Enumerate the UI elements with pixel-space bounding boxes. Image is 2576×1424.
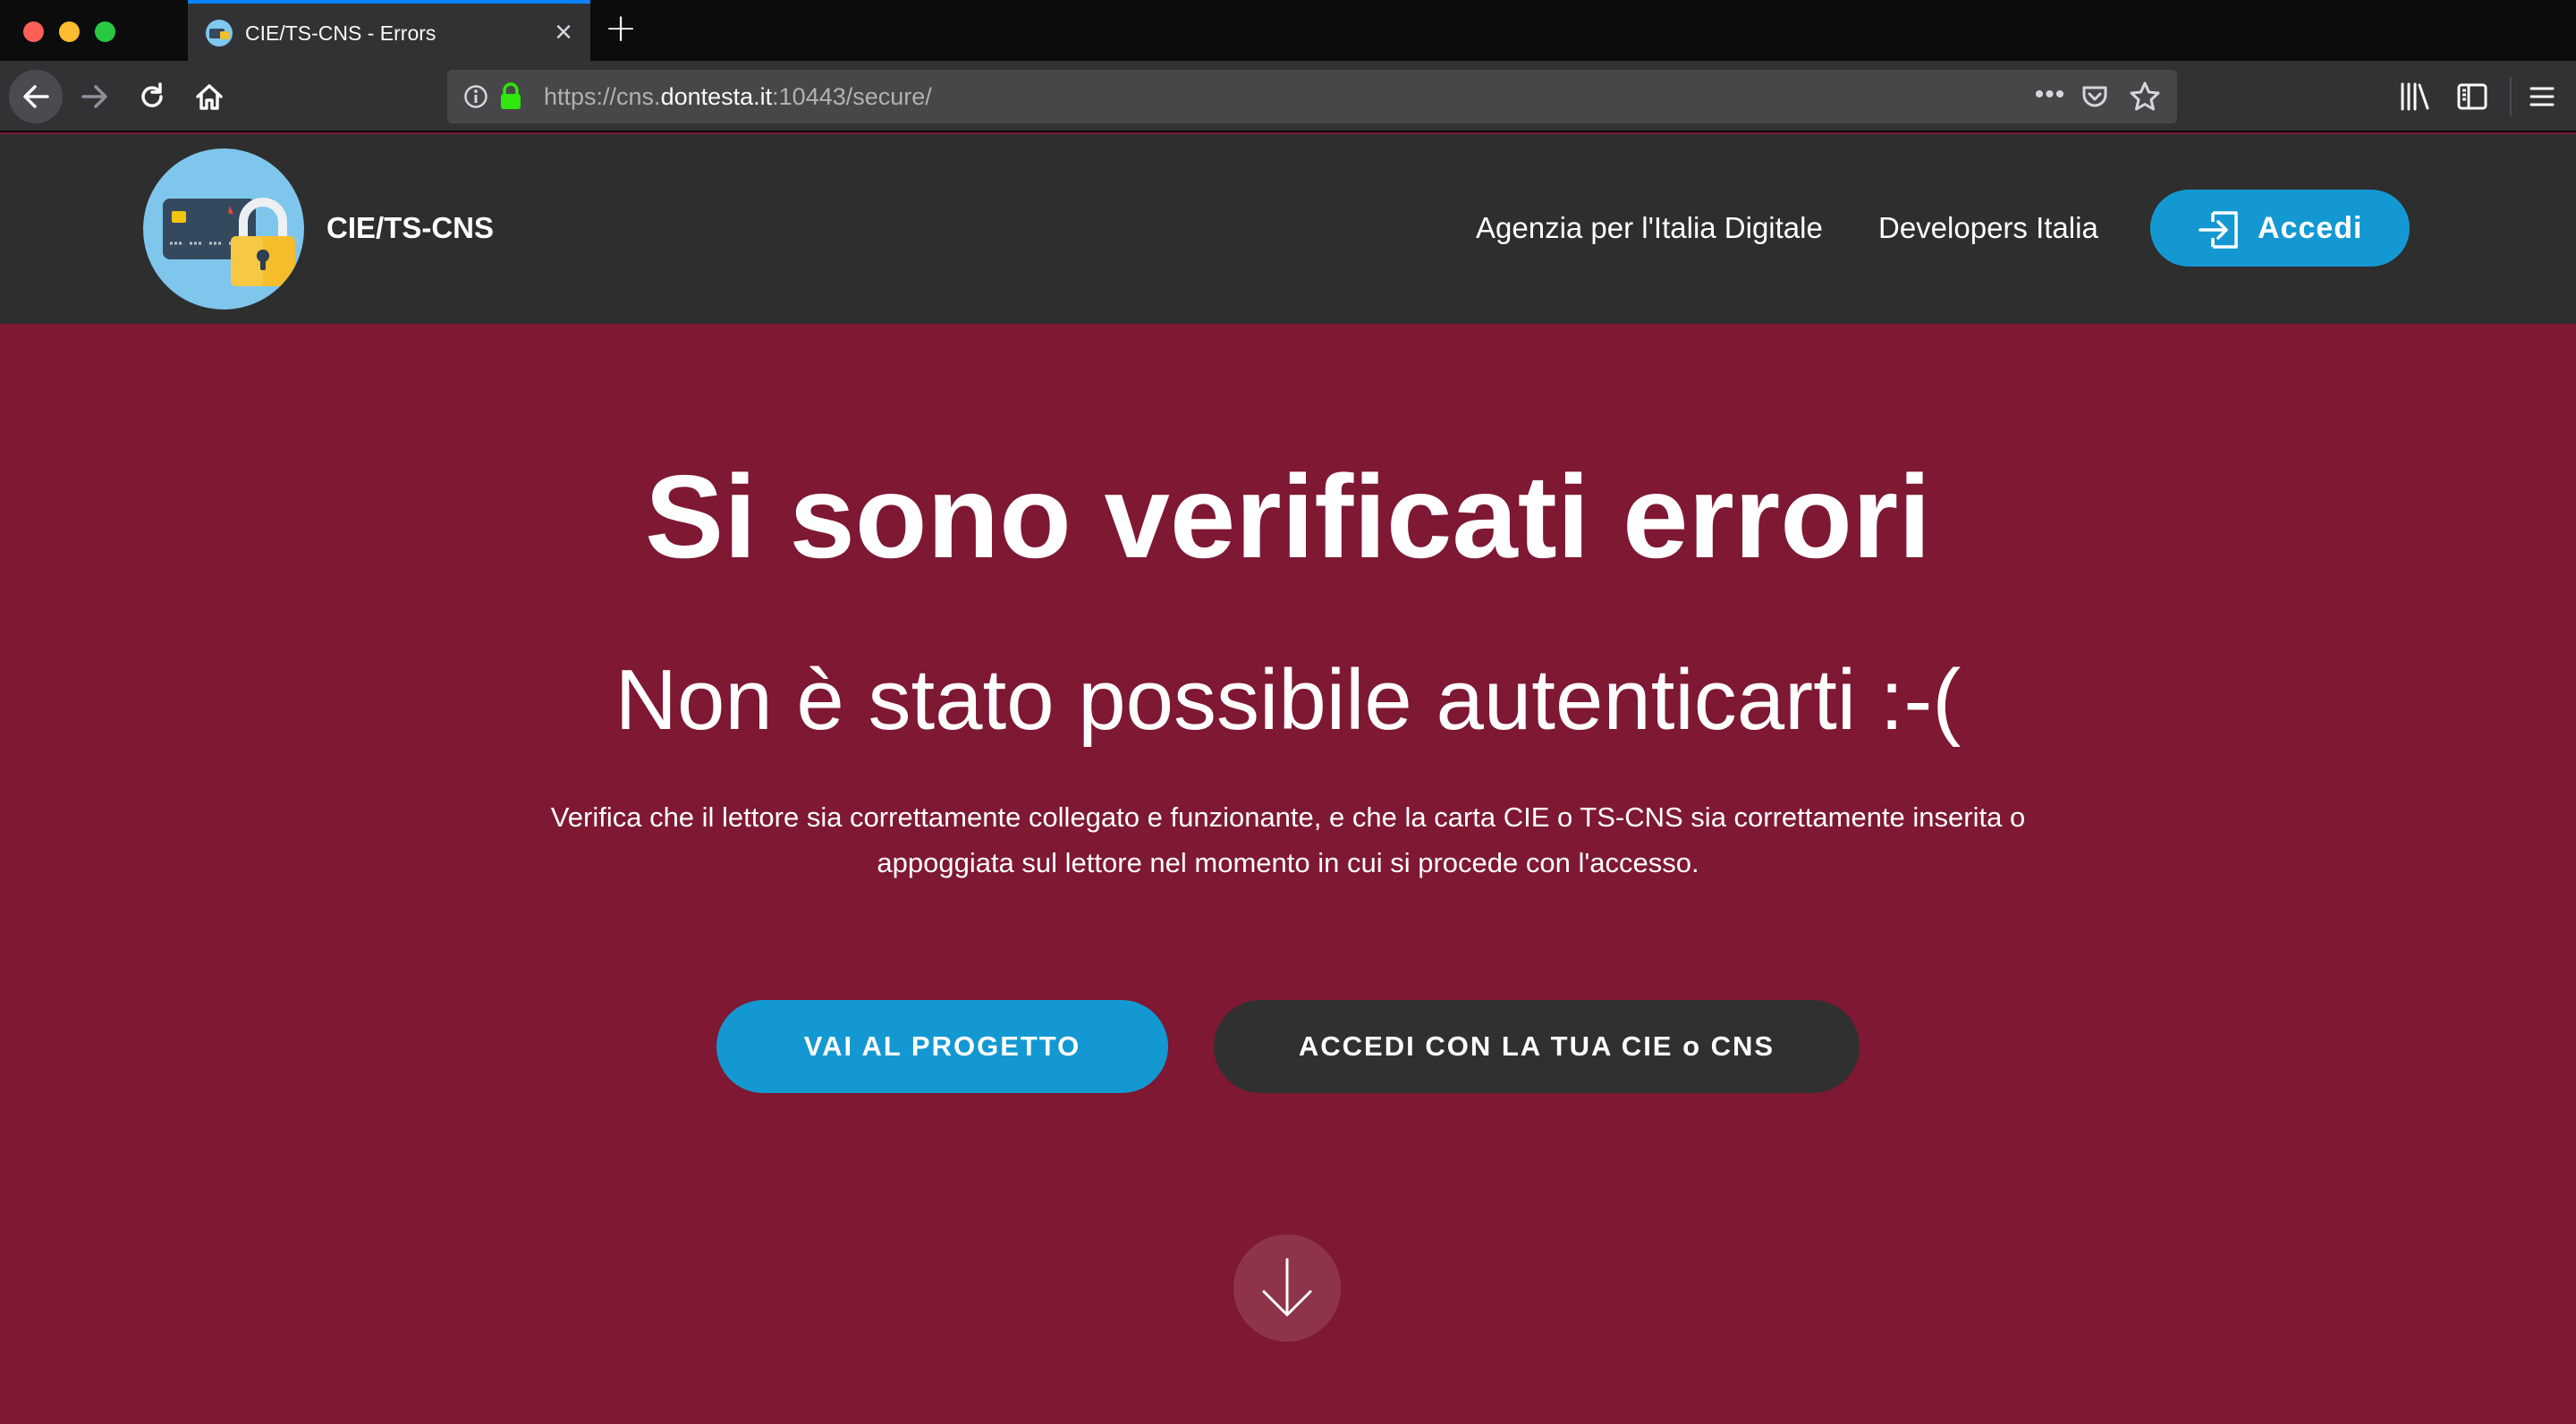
home-icon (196, 84, 223, 110)
error-subtitle: Non è stato possibile autenticarti :-( (614, 652, 1962, 748)
hamburger-menu-icon[interactable] (2524, 79, 2560, 114)
scroll-down-button[interactable] (1233, 1234, 1341, 1342)
reload-icon (141, 82, 163, 107)
site-header: CIE/TS-CNS Agenzia per l'Italia Digitale… (0, 134, 2576, 324)
bookmark-star-icon[interactable] (2129, 81, 2161, 113)
forward-button[interactable] (68, 70, 122, 123)
site-name[interactable]: CIE/TS-CNS (326, 211, 494, 245)
page-title: Si sono verificati errori (645, 451, 1931, 582)
padlock-icon[interactable] (499, 82, 522, 111)
new-tab-button[interactable]: + (601, 9, 640, 48)
login-label: Accedi (2258, 211, 2363, 245)
agid-link[interactable]: Agenzia per l'Italia Digitale (1476, 211, 1823, 245)
address-bar[interactable]: https://cns.dontesta.it:10443/secure/ ••… (447, 70, 2177, 123)
pocket-icon[interactable] (2080, 82, 2109, 111)
browser-tab-bar: CIE/TS-CNS - Errors × + (0, 0, 2576, 61)
info-icon[interactable] (463, 84, 488, 109)
go-to-project-button[interactable]: VAI AL PROGETTO (716, 1000, 1168, 1093)
developers-italia-link[interactable]: Developers Italia (1878, 211, 2098, 245)
site-logo[interactable] (143, 148, 304, 309)
sidebar-icon[interactable] (2454, 79, 2490, 114)
card-padlock-logo-icon (163, 198, 295, 286)
page-actions-button[interactable]: ••• (2030, 77, 2070, 116)
browser-tab-active[interactable]: CIE/TS-CNS - Errors × (188, 0, 590, 61)
toolbar-divider (2510, 77, 2512, 116)
login-with-cie-cns-button[interactable]: ACCEDI CON LA TUA CIE o CNS (1214, 1000, 1860, 1093)
reload-button[interactable] (125, 70, 179, 123)
forward-arrow-icon (81, 85, 107, 108)
favicon-icon (206, 20, 233, 47)
arrow-down-icon (1262, 1258, 1312, 1317)
tab-close-icon[interactable]: × (546, 14, 581, 50)
library-icon[interactable] (2397, 79, 2433, 114)
login-button[interactable]: Accedi (2150, 190, 2410, 267)
home-button[interactable] (182, 70, 236, 123)
back-button[interactable] (9, 70, 63, 123)
url-text[interactable]: https://cns.dontesta.it:10443/secure/ (544, 83, 932, 111)
tab-title: CIE/TS-CNS - Errors (245, 21, 436, 45)
error-description: Verifica che il lettore sia correttament… (550, 801, 2026, 878)
error-hero-section: Si sono verificati errori Non è stato po… (0, 324, 2576, 1424)
close-window-button[interactable] (23, 21, 44, 42)
maximize-window-button[interactable] (95, 21, 115, 42)
browser-navigation-bar: https://cns.dontesta.it:10443/secure/ ••… (0, 61, 2576, 132)
login-icon (2199, 211, 2238, 249)
back-arrow-icon (23, 85, 49, 108)
minimize-window-button[interactable] (59, 21, 80, 42)
